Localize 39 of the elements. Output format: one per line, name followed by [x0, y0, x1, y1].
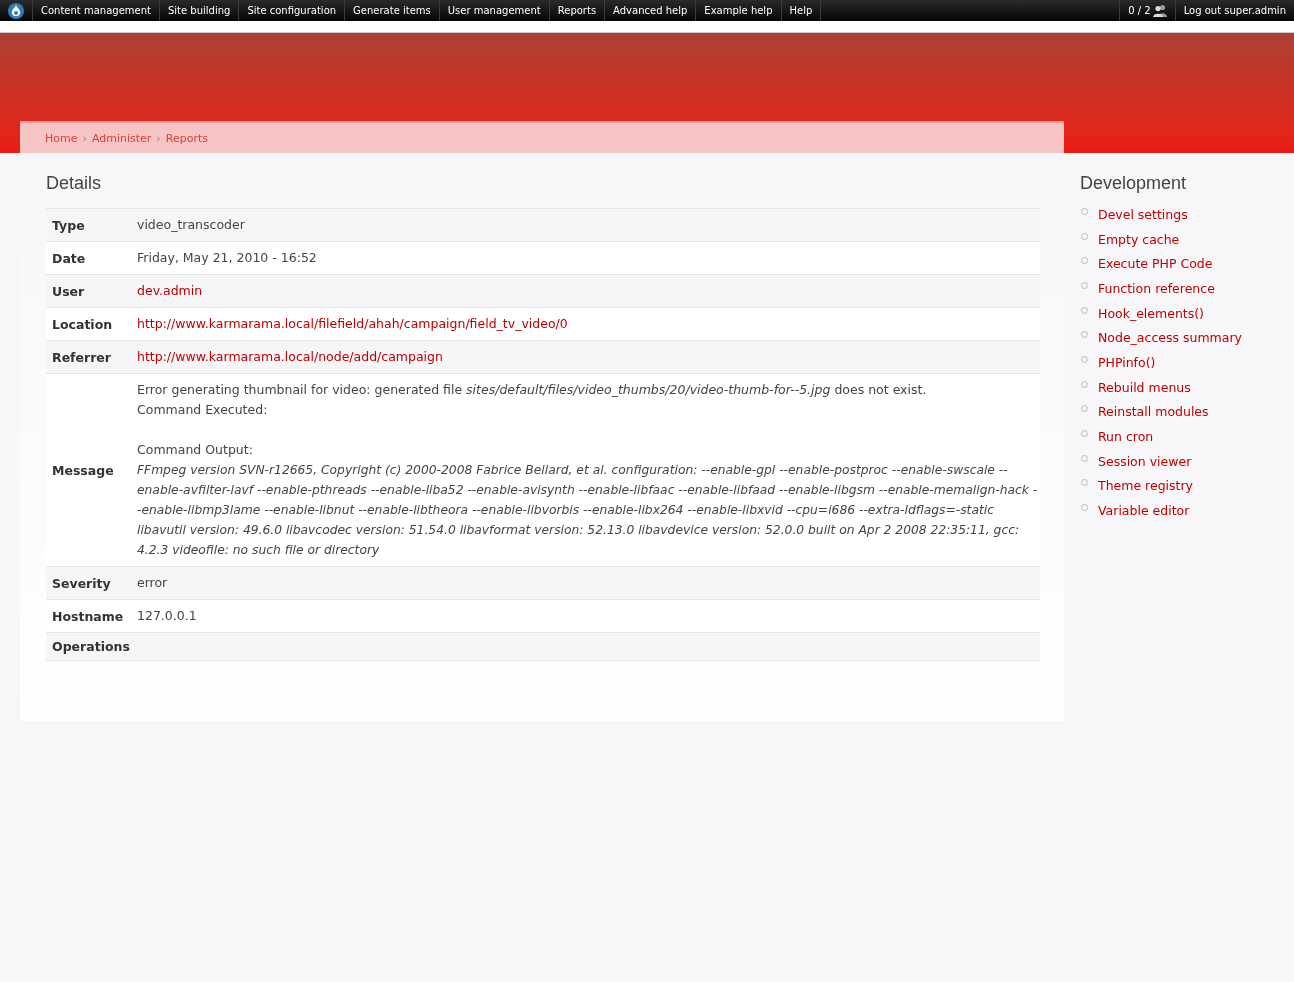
page-title: Details [46, 173, 103, 194]
message-text: Command Executed: [137, 401, 269, 419]
field-label: Message [46, 373, 137, 567]
field-label: Referrer [46, 340, 137, 374]
sidebar-link[interactable]: Variable editor [1098, 503, 1190, 519]
field-value: Friday, May 21, 2010 - 16:52 [137, 250, 317, 265]
field-label: Date [46, 241, 137, 275]
sidebar-link[interactable]: Devel settings [1098, 206, 1188, 222]
drop-logo-icon[interactable] [8, 2, 24, 19]
field-label: Type [46, 208, 137, 242]
field-label: Hostname [46, 599, 137, 633]
sidebar-link[interactable]: Node_access summary [1098, 330, 1242, 346]
block-title: Development [1080, 173, 1188, 194]
field-label: User [46, 274, 137, 308]
breadcrumb-separator: › [156, 131, 161, 145]
field-value: error [137, 575, 168, 590]
sidebar-link[interactable]: Run cron [1098, 429, 1154, 445]
users-icon [1152, 4, 1167, 17]
sidebar-link[interactable]: Session viewer [1098, 453, 1192, 469]
sidebar-link[interactable]: Empty cache [1098, 231, 1180, 247]
breadcrumb-separator: › [82, 131, 87, 145]
field-link[interactable]: dev.admin [137, 283, 203, 298]
sidebar-link[interactable]: Hook_elements() [1098, 305, 1204, 321]
command-output: FFmpeg version SVN-r12665, Copyright (c) 2000-2008 Fabrice Bellard, et al. configuration: --enable-gpl --enable-postproc --enable-swscale --enable-avfilter-lavf --enable-pthreads --enable-liba52 --enable-avisynth --enable-libfaac --enable-libfaad --enable-libgsm --enable-memalign-hack --enable-libmp3lame --enable-libnut --enable-libtheora --enable-libvorbis --enable-libx264 --enable-libxvid --cpu=i686 --extra-ldflags=-static libavutil version: 49.6.0 libavcodec version: 51.54.0 libavformat version: 52.13.0 libavdevice version: 52.0.0 built on Apr 2 2008 22:35:11, gcc: 4.2.3 videofile: no such file or directory [137, 462, 1039, 559]
sidebar-link[interactable]: Execute PHP Code [1098, 256, 1213, 272]
field-link[interactable]: http://www.karmarama.local/node/add/campaign [137, 349, 443, 364]
sidebar-link[interactable]: Theme registry [1098, 478, 1193, 494]
sidebar-link[interactable]: Function reference [1098, 280, 1215, 296]
field-label: Location [46, 307, 137, 341]
field-value: 127.0.0.1 [137, 608, 197, 623]
message-text: Error generating thumbnail for video: generated file sites/default/files/video_thumbs/20/video-thumb-for--5.jpg does not exist. [137, 381, 928, 399]
field-link[interactable]: http://www.karmarama.local/filefield/ahah/campaign/field_tv_video/0 [137, 316, 568, 331]
sidebar-link[interactable]: Reinstall modules [1098, 404, 1209, 420]
field-label: Operations [46, 632, 137, 661]
sidebar-link[interactable]: PHPinfo() [1098, 354, 1156, 370]
message-text: Command Output: [137, 441, 254, 459]
sidebar-link[interactable]: Rebuild menus [1098, 379, 1191, 395]
field-value: video_transcoder [137, 217, 245, 232]
field-label: Severity [46, 566, 137, 600]
